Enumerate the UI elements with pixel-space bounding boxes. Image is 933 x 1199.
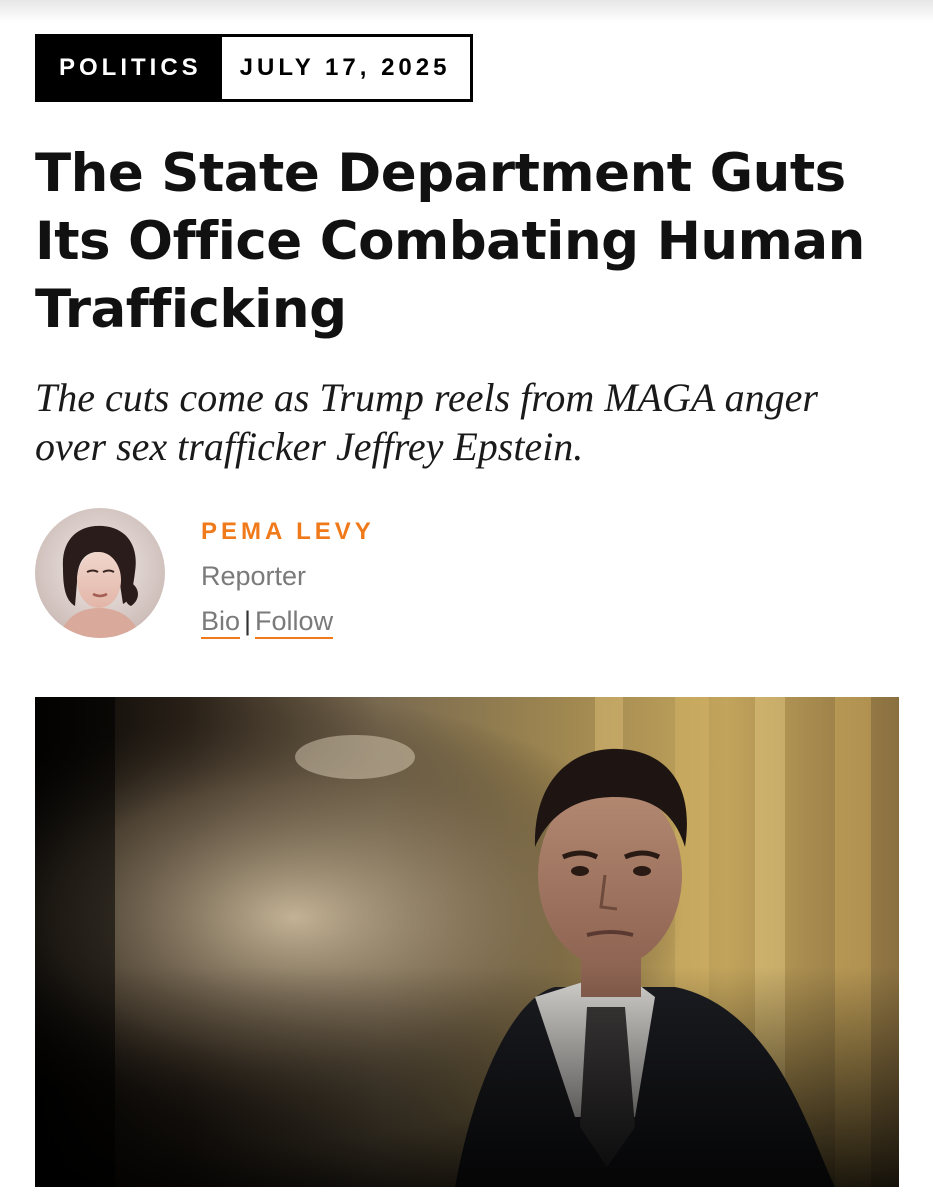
hero-photo [35,697,899,1187]
article-tags: POLITICS JULY 17, 2025 [35,34,474,102]
author-avatar[interactable] [35,508,165,638]
author-name[interactable]: PEMA LEVY [201,518,375,546]
headline: The State Department Guts Its Office Com… [35,143,865,340]
link-separator: | [244,606,252,636]
hero-image [35,697,899,1187]
top-shade [0,0,933,22]
author-links: Bio | Follow [201,606,334,639]
bio-link[interactable]: Bio [201,606,241,639]
author-photo [35,508,165,638]
category-tag[interactable]: POLITICS [38,37,222,99]
follow-link[interactable]: Follow [255,606,334,639]
dek: The cuts come as Trump reels from MAGA a… [35,375,818,469]
article-page: POLITICS JULY 17, 2025 The State Departm… [0,0,933,1199]
date-tag: JULY 17, 2025 [221,37,471,99]
author-role: Reporter [201,561,307,591]
